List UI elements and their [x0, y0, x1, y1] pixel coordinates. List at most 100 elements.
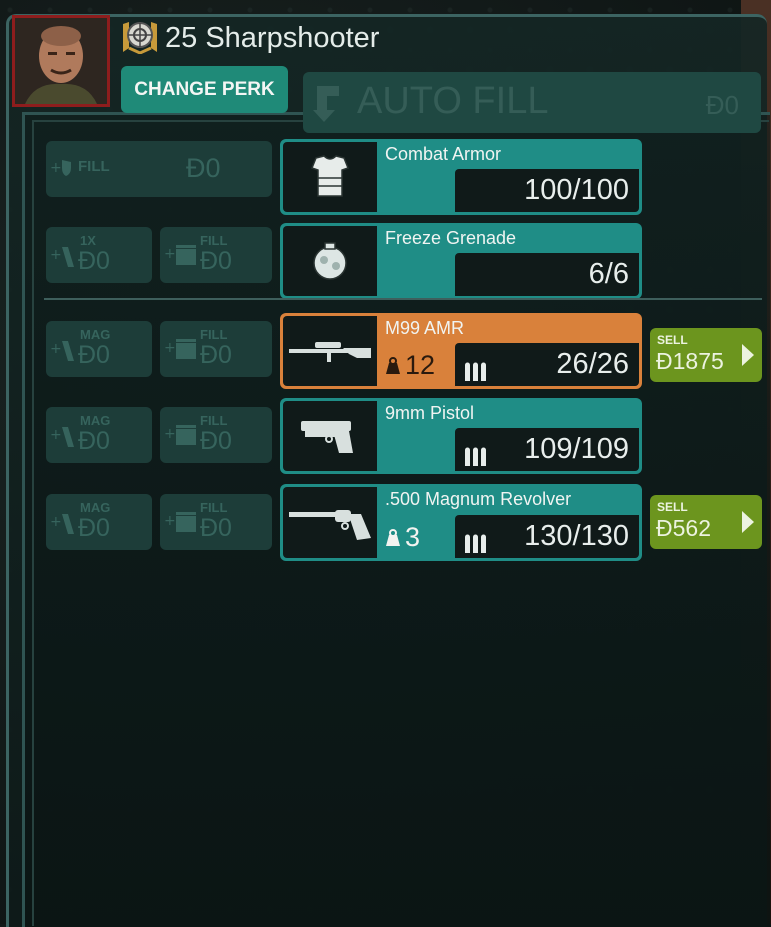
freeze-grenade-icon [313, 242, 347, 280]
item-name: 9mm Pistol [385, 403, 475, 423]
svg-text:+: + [50, 514, 62, 530]
fill-label: FILL [200, 500, 228, 515]
weapon-weight: 3 [385, 522, 420, 553]
combat-armor-icon [311, 155, 349, 197]
auto-fill-cost: Ð0 [705, 90, 739, 120]
combat-armor-image [283, 142, 377, 212]
sell-revolver-button[interactable]: SELL Ð562 [650, 495, 762, 549]
ammo-box-icon: + [164, 335, 198, 366]
autofill-arrow-icon [313, 82, 355, 124]
section-divider [44, 298, 762, 300]
grenade-fill-label: FILL [200, 233, 228, 248]
mag-cost: Ð0 [78, 514, 110, 542]
ammo-box-icon: + [164, 241, 198, 272]
perk-sharpshooter-icon [121, 20, 159, 55]
item-name: M99 AMR [385, 318, 465, 338]
magazine-icon: + [50, 337, 78, 368]
bullets-icon [463, 438, 489, 481]
revolver-fill-button[interactable]: + FILL Ð0 [160, 494, 272, 550]
revolver-icon [289, 509, 371, 540]
sell-arrow-icon [740, 342, 756, 373]
sell-arrow-icon [740, 509, 756, 540]
pistol-icon [301, 421, 353, 453]
fill-cost: Ð0 [200, 427, 232, 455]
item-m99-amr[interactable]: M99 AMR 12 26/26 [280, 313, 642, 389]
sell-label: SELL [657, 500, 688, 514]
pistol-fill-button[interactable]: + FILL Ð0 [160, 407, 272, 463]
magazine-icon: + [50, 510, 78, 541]
mag-label: MAG [80, 413, 111, 428]
mag-cost: Ð0 [78, 341, 110, 369]
item-freeze-grenade[interactable]: Freeze Grenade 6/6 [280, 223, 642, 299]
grenade-one-label: 1X [80, 233, 96, 248]
ammo-box-icon: + [164, 421, 198, 452]
freeze-grenade-image [283, 226, 377, 296]
ammo-box-icon: + [164, 508, 198, 539]
fill-label: FILL [200, 413, 228, 428]
m99-amr-image [283, 316, 377, 386]
9mm-pistol-image [283, 401, 377, 471]
bullets-icon [463, 353, 489, 396]
grenade-single-icon: + [50, 243, 78, 274]
revolver-mag-button[interactable]: + MAG Ð0 [46, 494, 152, 550]
ammo-count: 26/26 [556, 348, 629, 380]
grenade-fill-cost: Ð0 [200, 247, 232, 275]
item-name: Combat Armor [385, 144, 502, 164]
item-name: .500 Magnum Revolver [385, 489, 572, 509]
mag-cost: Ð0 [78, 427, 110, 455]
bullets-icon [463, 525, 489, 568]
auto-fill-label: AUTO FILL [357, 80, 549, 122]
character-portrait [12, 15, 110, 107]
weight-icon [386, 356, 400, 374]
svg-text:+: + [164, 340, 176, 356]
sniper-rifle-icon [289, 342, 371, 362]
change-perk-button[interactable]: CHANGE PERK [121, 66, 288, 113]
sell-m99-button[interactable]: SELL Ð1875 [650, 328, 762, 382]
weight-icon [386, 528, 400, 546]
svg-text:+: + [164, 513, 176, 529]
perk-level-title: 25 Sharpshooter [165, 22, 380, 54]
ammo-value: 26/26 [455, 343, 639, 386]
grenade-one-cost: Ð0 [78, 247, 110, 275]
armor-fill-cost: Ð0 [186, 153, 221, 183]
magazine-icon: + [50, 423, 78, 454]
ammo-value: 130/130 [455, 515, 639, 558]
item-magnum-revolver[interactable]: .500 Magnum Revolver 3 130/130 [280, 484, 642, 561]
svg-text:+: + [164, 246, 176, 262]
sell-label: SELL [657, 333, 688, 347]
ammo-count: 130/130 [524, 520, 629, 552]
mag-label: MAG [80, 327, 111, 342]
svg-text:+: + [50, 160, 62, 176]
weight-value: 12 [405, 350, 436, 380]
grenade-fill-button[interactable]: + FILL Ð0 [160, 227, 272, 283]
grenade-value: 6/6 [455, 253, 639, 296]
ammo-count: 109/109 [524, 433, 629, 465]
armor-value: 100/100 [455, 169, 639, 212]
item-9mm-pistol[interactable]: 9mm Pistol 109/109 [280, 398, 642, 474]
armor-fill-label: FILL [78, 158, 110, 175]
grenade-buy-one-button[interactable]: + 1X Ð0 [46, 227, 152, 283]
armor-fill-button[interactable]: + FILL Ð0 [46, 141, 272, 197]
pistol-mag-button[interactable]: + MAG Ð0 [46, 407, 152, 463]
m99-fill-button[interactable]: + FILL Ð0 [160, 321, 272, 377]
item-combat-armor[interactable]: Combat Armor 100/100 [280, 139, 642, 215]
weight-value: 3 [405, 522, 421, 552]
fill-cost: Ð0 [200, 341, 232, 369]
svg-text:+: + [50, 247, 62, 263]
fill-label: FILL [200, 327, 228, 342]
armor-shield-icon: + [50, 157, 74, 182]
sell-price: Ð562 [656, 515, 711, 541]
svg-text:+: + [164, 426, 176, 442]
auto-fill-button[interactable]: AUTO FILL Ð0 [303, 72, 761, 133]
svg-text:+: + [50, 341, 62, 357]
weapon-weight: 12 [385, 350, 435, 381]
fill-cost: Ð0 [200, 514, 232, 542]
svg-text:+: + [50, 427, 62, 443]
sell-price: Ð1875 [656, 348, 724, 374]
mag-label: MAG [80, 500, 111, 515]
item-name: Freeze Grenade [385, 228, 517, 248]
character-face-image [15, 18, 107, 104]
magnum-revolver-image [283, 487, 377, 558]
m99-mag-button[interactable]: + MAG Ð0 [46, 321, 152, 377]
ammo-value: 109/109 [455, 428, 639, 471]
